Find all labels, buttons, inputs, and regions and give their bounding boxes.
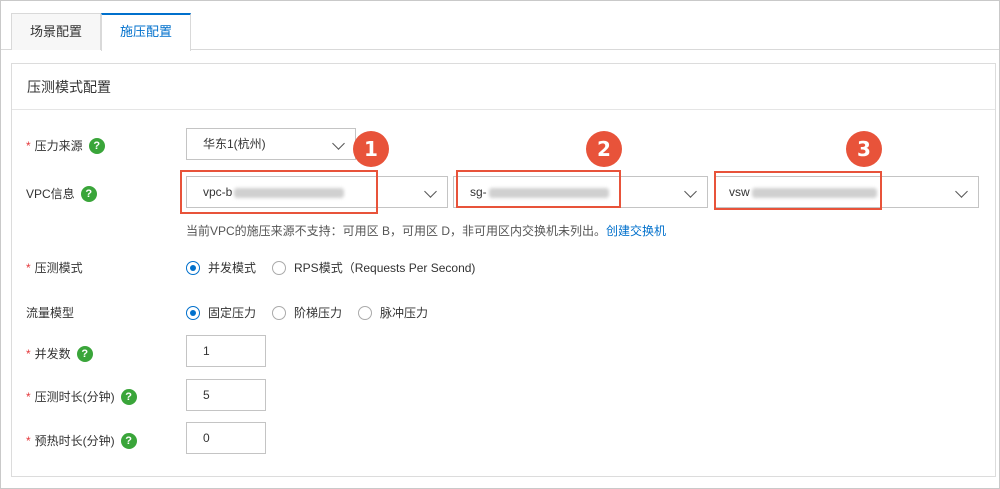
create-vswitch-link[interactable]: 创建交换机 xyxy=(606,224,666,238)
required-mark: * xyxy=(26,260,31,275)
chevron-down-icon xyxy=(684,185,697,198)
traffic-model-text: 流量模型 xyxy=(26,306,75,320)
redacted-text xyxy=(234,187,345,198)
step-badge-2: 2 xyxy=(586,131,622,167)
vswitch-select[interactable]: vsw xyxy=(714,176,979,208)
duration-label: * 压测时长(分钟) ? xyxy=(26,388,137,405)
pressure-source-value: 华东1(杭州) xyxy=(203,137,266,151)
radio-icon[interactable] xyxy=(358,305,373,320)
mode-option-rps[interactable]: RPS模式（Requests Per Second) xyxy=(272,259,475,276)
vpc-select[interactable]: vpc-b xyxy=(186,176,448,208)
mode-option-label: 并发模式 xyxy=(208,261,257,275)
mode-label-text: 压测模式 xyxy=(34,261,83,275)
redacted-text xyxy=(488,187,609,198)
radio-icon[interactable] xyxy=(272,305,287,320)
vswitch-value: vsw xyxy=(729,185,750,199)
tab-bar: 场景配置 施压配置 xyxy=(1,1,999,51)
help-icon[interactable]: ? xyxy=(120,388,137,405)
security-group-value: sg- xyxy=(470,185,487,199)
traffic-radio-group: 固定压力 阶梯压力 脉冲压力 xyxy=(186,304,444,321)
warmup-label-text: 预热时长(分钟) xyxy=(34,434,115,448)
step-badge-1: 1 xyxy=(353,131,389,167)
mode-option-concurrency[interactable]: 并发模式 xyxy=(186,259,256,276)
concurrency-label: * 并发数 ? xyxy=(26,345,93,362)
step-badge-3: 3 xyxy=(846,131,882,167)
pressure-source-label: * 压力来源 ? xyxy=(26,137,105,154)
chevron-down-icon xyxy=(332,137,345,150)
required-mark: * xyxy=(26,138,31,153)
duration-input[interactable]: 5 xyxy=(186,379,266,411)
mode-radio-group: 并发模式 RPS模式（Requests Per Second) xyxy=(186,259,491,276)
help-icon[interactable]: ? xyxy=(76,345,93,362)
required-mark: * xyxy=(26,346,31,361)
radio-selected-icon[interactable] xyxy=(186,260,200,275)
chevron-down-icon xyxy=(424,185,437,198)
warmup-label: * 预热时长(分钟) ? xyxy=(26,432,137,449)
radio-selected-icon[interactable] xyxy=(186,305,200,320)
traffic-option-pulse[interactable]: 脉冲压力 xyxy=(358,304,428,321)
mode-option-label: RPS模式（Requests Per Second) xyxy=(294,261,476,275)
tab-pressure-config[interactable]: 施压配置 xyxy=(101,13,191,51)
panel-title: 压测模式配置 xyxy=(12,64,995,110)
pressure-source-select[interactable]: 华东1(杭州) xyxy=(186,128,356,160)
help-icon[interactable]: ? xyxy=(80,185,97,202)
config-panel: 压测模式配置 xyxy=(11,63,996,477)
help-icon[interactable]: ? xyxy=(88,137,105,154)
traffic-model-label: 流量模型 xyxy=(26,304,74,321)
traffic-option-label: 固定压力 xyxy=(208,306,257,320)
warmup-input[interactable]: 0 xyxy=(186,422,266,454)
help-icon[interactable]: ? xyxy=(120,432,137,449)
vpc-hint-text: 当前VPC的施压来源不支持：可用区 B，可用区 D，非可用区内交换机未列出。 xyxy=(186,224,607,238)
vpc-hint: 当前VPC的施压来源不支持：可用区 B，可用区 D，非可用区内交换机未列出。创建… xyxy=(186,222,666,239)
traffic-option-step[interactable]: 阶梯压力 xyxy=(272,304,342,321)
required-mark: * xyxy=(26,389,31,404)
redacted-text xyxy=(751,187,877,198)
duration-label-text: 压测时长(分钟) xyxy=(34,390,115,404)
radio-icon[interactable] xyxy=(272,260,287,275)
concurrency-label-text: 并发数 xyxy=(34,347,71,361)
security-group-select[interactable]: sg- xyxy=(453,176,708,208)
pressure-source-text: 压力来源 xyxy=(34,139,83,153)
vpc-label: VPC信息 ? xyxy=(26,185,97,202)
window-frame: 场景配置 施压配置 压测模式配置 * 压力来源 ? 华东1(杭州) VPC信息 … xyxy=(0,0,1000,489)
required-mark: * xyxy=(26,433,31,448)
chevron-down-icon xyxy=(955,185,968,198)
tab-scene-config[interactable]: 场景配置 xyxy=(11,13,101,50)
concurrency-input[interactable]: 1 xyxy=(186,335,266,367)
vpc-value: vpc-b xyxy=(203,185,233,199)
vpc-label-text: VPC信息 xyxy=(26,187,75,201)
traffic-option-fixed[interactable]: 固定压力 xyxy=(186,304,256,321)
mode-label: * 压测模式 xyxy=(26,259,83,276)
traffic-option-label: 阶梯压力 xyxy=(294,306,343,320)
traffic-option-label: 脉冲压力 xyxy=(380,306,429,320)
